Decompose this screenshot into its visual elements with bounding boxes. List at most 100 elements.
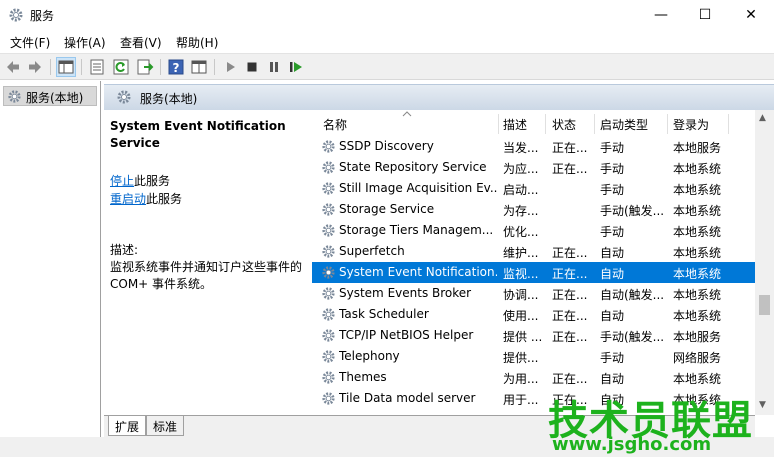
- tab-extended[interactable]: 扩展: [108, 416, 147, 436]
- menu-file[interactable]: 文件(F): [10, 34, 50, 51]
- column-divider[interactable]: [728, 114, 729, 134]
- cell-startup-type: 自动: [600, 267, 625, 281]
- service-gear-icon: [321, 160, 336, 178]
- show-hide-tree-icon[interactable]: [56, 57, 76, 77]
- description-text-line2: COM+ 事件系统。: [110, 277, 213, 291]
- restart-service-suffix: 此服务: [146, 192, 183, 206]
- cell-status: 正在...: [552, 372, 588, 386]
- pause-icon[interactable]: [265, 58, 283, 76]
- console-tree: 服务(本地): [0, 81, 101, 457]
- sort-ascending-icon: [402, 111, 412, 117]
- cell-status: 正在...: [552, 162, 588, 176]
- column-divider[interactable]: [498, 114, 499, 134]
- services-list: 名称 描述 状态 启动类型 登录为 SSDP Discovery 当发... 正在.…: [312, 110, 755, 415]
- properties-icon[interactable]: [88, 58, 106, 76]
- table-row[interactable]: System Event Notification... 监视... 正在... 自动…: [312, 262, 755, 283]
- menu-view[interactable]: 查看(V): [120, 34, 162, 51]
- vertical-scrollbar[interactable]: ▲ ▼: [755, 110, 774, 415]
- column-header-log-on-as[interactable]: 登录为: [673, 116, 709, 133]
- cell-description: 使用...: [503, 309, 539, 323]
- table-row[interactable]: Superfetch 维护... 正在... 自动 本地系统: [312, 241, 755, 262]
- service-gear-icon: [321, 139, 336, 157]
- menu-help[interactable]: 帮助(H): [176, 34, 218, 51]
- service-gear-icon: [321, 307, 336, 325]
- cell-startup-type: 手动: [600, 162, 625, 176]
- export-list-icon[interactable]: [136, 58, 154, 76]
- title-bar: 服务 — ☐ ✕: [0, 0, 774, 30]
- column-divider[interactable]: [667, 114, 668, 134]
- toolbar-separator: [214, 59, 215, 75]
- table-row[interactable]: SSDP Discovery 当发... 正在... 手动 本地服务: [312, 136, 755, 157]
- refresh-icon[interactable]: [112, 58, 130, 76]
- cell-status: 正在...: [552, 267, 588, 281]
- stop-service-line: 停止此服务: [110, 172, 170, 189]
- cell-name: Themes: [339, 370, 387, 384]
- svg-text:?: ?: [173, 61, 180, 75]
- table-row[interactable]: Storage Service 为存... 手动(触发... 本地系统: [312, 199, 755, 220]
- cell-description: 为存...: [503, 204, 539, 218]
- cell-log-on-as: 本地系统: [673, 225, 722, 239]
- restart-icon[interactable]: [287, 58, 305, 76]
- forward-arrow-icon[interactable]: [26, 58, 44, 76]
- table-row[interactable]: Task Scheduler 使用... 正在... 自动 本地系统: [312, 304, 755, 325]
- help-icon[interactable]: ?: [167, 58, 185, 76]
- cell-startup-type: 手动: [600, 225, 625, 239]
- cell-description: 提供...: [503, 351, 539, 365]
- cell-log-on-as: 本地系统: [673, 288, 722, 302]
- table-row[interactable]: State Repository Service 为应... 正在... 手动 本地系统: [312, 157, 755, 178]
- scrollbar-thumb[interactable]: [759, 295, 770, 315]
- console-tree-icon[interactable]: [190, 58, 208, 76]
- toolbar-separator: [160, 59, 161, 75]
- scroll-up-icon[interactable]: ▲: [759, 113, 766, 123]
- service-gear-icon: [321, 286, 336, 304]
- minimize-button[interactable]: —: [638, 0, 684, 30]
- tree-item-services-local[interactable]: 服务(本地): [3, 86, 97, 106]
- tab-standard[interactable]: 标准: [146, 416, 185, 436]
- cell-description: 维护...: [503, 246, 539, 260]
- close-button[interactable]: ✕: [728, 0, 774, 30]
- toolbar-separator: [50, 59, 51, 75]
- cell-status: 正在...: [552, 246, 588, 260]
- table-row[interactable]: System Events Broker 协调... 正在... 自动(触发... 本地…: [312, 283, 755, 304]
- list-header: 名称 描述 状态 启动类型 登录为: [312, 110, 755, 136]
- description-label: 描述:: [110, 243, 139, 257]
- menu-action[interactable]: 操作(A): [64, 34, 106, 51]
- back-arrow-icon[interactable]: [4, 58, 22, 76]
- table-row[interactable]: Telephony 提供... 手动 网络服务: [312, 346, 755, 367]
- cell-startup-type: 手动(触发...: [600, 330, 665, 344]
- cell-name: Still Image Acquisition Ev...: [339, 181, 497, 195]
- service-gear-icon: [321, 391, 336, 409]
- cell-log-on-as: 本地服务: [673, 141, 722, 155]
- cell-log-on-as: 本地系统: [673, 246, 722, 260]
- table-row[interactable]: Storage Tiers Managem... 优化... 手动 本地系统: [312, 220, 755, 241]
- cell-startup-type: 手动: [600, 183, 625, 197]
- column-header-startup-type[interactable]: 启动类型: [600, 116, 648, 133]
- service-gear-icon: [321, 202, 336, 220]
- play-icon[interactable]: [221, 58, 239, 76]
- cell-name: Storage Service: [339, 202, 435, 216]
- column-header-description[interactable]: 描述: [503, 116, 527, 133]
- description-text-line1: 监视系统事件并通知订户这些事件的: [110, 260, 303, 274]
- cell-description: 提供 ...: [503, 330, 543, 344]
- restart-service-link[interactable]: 重启动: [110, 192, 146, 206]
- cell-log-on-as: 本地系统: [673, 204, 722, 218]
- cell-name: Task Scheduler: [339, 307, 429, 321]
- column-header-name[interactable]: 名称: [323, 116, 347, 133]
- watermark: 技术员联盟 www.jsgho.com: [540, 388, 774, 457]
- cell-log-on-as: 本地系统: [673, 309, 722, 323]
- maximize-button[interactable]: ☐: [682, 0, 728, 30]
- service-gear-icon: [321, 265, 336, 283]
- service-gear-icon: [321, 223, 336, 241]
- cell-name: State Repository Service: [339, 160, 487, 174]
- stop-service-link[interactable]: 停止: [110, 174, 134, 188]
- column-divider[interactable]: [545, 114, 546, 134]
- column-header-status[interactable]: 状态: [552, 116, 576, 133]
- table-row[interactable]: TCP/IP NetBIOS Helper 提供 ... 正在... 手动(触发...…: [312, 325, 755, 346]
- cell-description: 优化...: [503, 225, 539, 239]
- stop-icon[interactable]: [243, 58, 261, 76]
- table-row[interactable]: Still Image Acquisition Ev... 启动... 手动 本地系统: [312, 178, 755, 199]
- column-divider[interactable]: [594, 114, 595, 134]
- cell-startup-type: 自动: [600, 372, 625, 386]
- cell-status: 正在...: [552, 330, 588, 344]
- table-row[interactable]: Themes 为用... 正在... 自动 本地系统: [312, 367, 755, 388]
